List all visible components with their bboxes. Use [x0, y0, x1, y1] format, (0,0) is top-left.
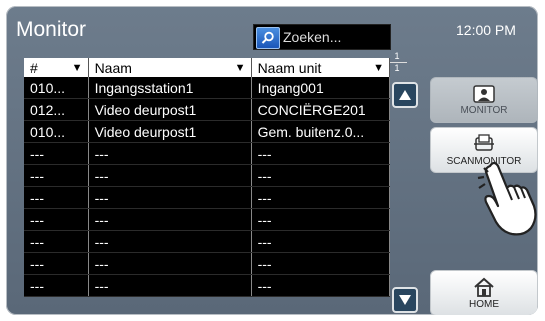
- cell-number: ---: [24, 164, 89, 187]
- cell-name: ---: [88, 208, 252, 231]
- arrow-up-icon: [399, 90, 411, 100]
- cell-name: ---: [88, 186, 252, 209]
- cell-number: 010...: [24, 77, 89, 99]
- cell-name: Video deurpost1: [88, 120, 252, 143]
- table-header-row: # ▼ Naam ▼ Naam unit ▼: [24, 58, 391, 77]
- page-title: Monitor: [16, 18, 87, 41]
- cell-number: ---: [24, 208, 89, 231]
- cell-number: ---: [24, 142, 89, 165]
- cell-unit-name: ---: [251, 142, 391, 165]
- table-row[interactable]: 012... Video deurpost1 CONCIËRGE201: [24, 98, 391, 121]
- sort-down-icon[interactable]: ▼: [373, 62, 384, 74]
- cell-unit-name: ---: [251, 164, 391, 187]
- cell-number: 010...: [24, 120, 89, 143]
- page-indicator: 1 1: [387, 52, 407, 73]
- search-placeholder: Zoeken...: [283, 29, 342, 45]
- search-icon[interactable]: [256, 26, 280, 49]
- cell-unit-name: ---: [251, 274, 391, 297]
- scroll-up-button[interactable]: [392, 82, 418, 108]
- scroll-down-button[interactable]: [392, 287, 418, 313]
- cell-name: ---: [88, 252, 252, 275]
- station-table: # ▼ Naam ▼ Naam unit ▼ 010... Ingangsstation…: [24, 58, 391, 297]
- clock: 12:00 PM: [456, 22, 516, 38]
- cell-name: Ingangsstation1: [88, 77, 252, 99]
- cell-unit-name: Ingang001: [251, 77, 391, 99]
- cell-number: ---: [24, 186, 89, 209]
- column-header-unit-name[interactable]: Naam unit ▼: [251, 58, 391, 77]
- sort-down-icon[interactable]: ▼: [72, 62, 83, 74]
- table-row[interactable]: 010... Video deurpost1 Gem. buitenz.0...: [24, 120, 391, 143]
- cell-number: 012...: [24, 98, 89, 121]
- cell-name: Video deurpost1: [88, 98, 252, 121]
- cell-unit-name: ---: [251, 230, 391, 253]
- home-icon: [474, 277, 494, 297]
- scan-monitor-icon: [474, 133, 494, 151]
- cell-unit-name: ---: [251, 208, 391, 231]
- monitor-icon: [473, 84, 495, 103]
- device-frame: Monitor Zoeken... 12:00 PM 1 1 # ▼ Naam ▼ …: [0, 0, 545, 321]
- column-header-name[interactable]: Naam ▼: [88, 58, 252, 77]
- cell-name: ---: [88, 230, 252, 253]
- table-row[interactable]: --- --- ---: [24, 186, 391, 209]
- monitor-button-label: MONITOR: [460, 104, 508, 116]
- cell-number: ---: [24, 274, 89, 297]
- table-row[interactable]: --- --- ---: [24, 230, 391, 253]
- monitor-button[interactable]: MONITOR: [430, 77, 538, 123]
- monitor-screen: Monitor Zoeken... 12:00 PM 1 1 # ▼ Naam ▼ …: [6, 6, 538, 315]
- cell-unit-name: Gem. buitenz.0...: [251, 120, 391, 143]
- cell-number: ---: [24, 230, 89, 253]
- cell-unit-name: CONCIËRGE201: [251, 98, 391, 121]
- table-row[interactable]: --- --- ---: [24, 252, 391, 275]
- home-button[interactable]: HOME: [430, 270, 538, 315]
- page-current: 1: [394, 51, 400, 61]
- cell-unit-name: ---: [251, 252, 391, 275]
- cell-name: ---: [88, 274, 252, 297]
- cell-name: ---: [88, 164, 252, 187]
- table-row[interactable]: 010... Ingangsstation1 Ingang001: [24, 77, 391, 99]
- table-row[interactable]: --- --- ---: [24, 142, 391, 165]
- cell-unit-name: ---: [251, 186, 391, 209]
- column-header-number[interactable]: # ▼: [24, 58, 89, 77]
- page-total: 1: [394, 63, 400, 73]
- sort-down-icon[interactable]: ▼: [235, 62, 246, 74]
- home-button-label: HOME: [469, 298, 499, 310]
- table-row[interactable]: --- --- ---: [24, 208, 391, 231]
- arrow-down-icon: [399, 295, 411, 305]
- hand-pointer-icon: [477, 161, 537, 236]
- cell-number: ---: [24, 252, 89, 275]
- cell-name: ---: [88, 142, 252, 165]
- table-row[interactable]: --- --- ---: [24, 164, 391, 187]
- search-box[interactable]: Zoeken...: [253, 24, 391, 50]
- table-row[interactable]: --- --- ---: [24, 274, 391, 297]
